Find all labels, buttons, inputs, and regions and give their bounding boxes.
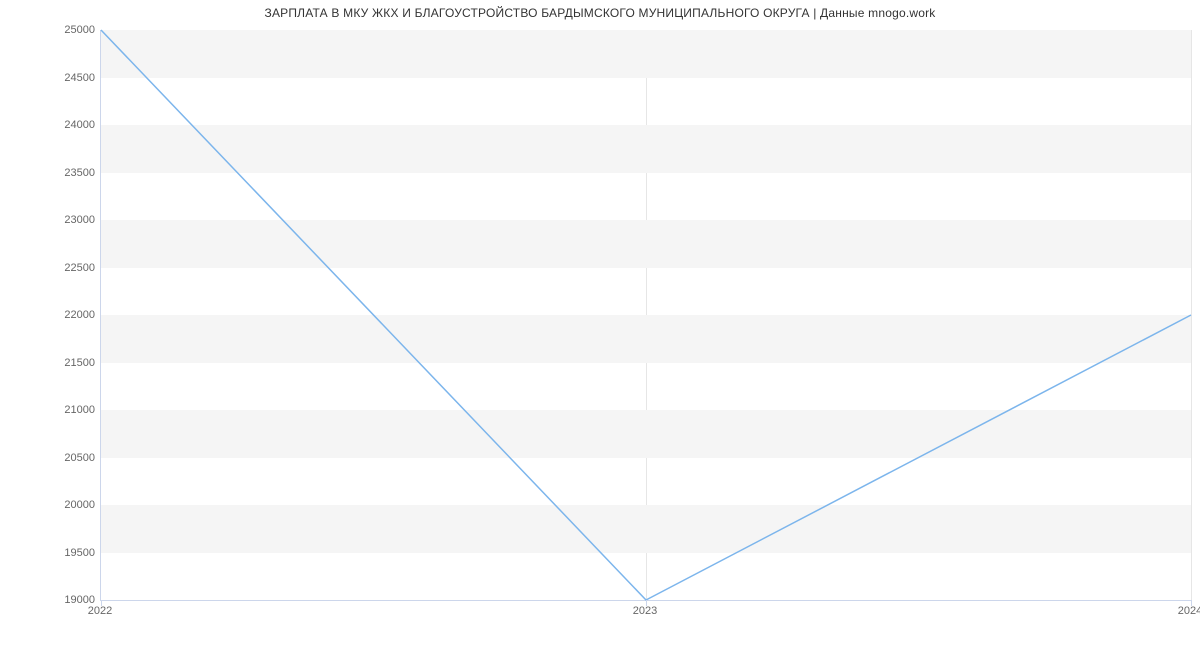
y-tick-label: 22500 (35, 262, 95, 274)
y-tick-label: 20000 (35, 499, 95, 511)
x-gridline (1191, 30, 1192, 600)
y-tick-label: 20500 (35, 452, 95, 464)
y-tick-label: 24000 (35, 119, 95, 131)
y-tick-label: 19000 (35, 594, 95, 606)
plot-area (100, 30, 1191, 601)
y-tick-label: 21500 (35, 357, 95, 369)
y-tick-label: 23000 (35, 214, 95, 226)
x-tick-label: 2023 (633, 605, 657, 617)
x-tick-label: 2024 (1178, 605, 1200, 617)
chart-container: ЗАРПЛАТА В МКУ ЖКХ И БЛАГОУСТРОЙСТВО БАР… (0, 0, 1200, 650)
y-tick-label: 24500 (35, 72, 95, 84)
y-tick-label: 22000 (35, 309, 95, 321)
chart-title: ЗАРПЛАТА В МКУ ЖКХ И БЛАГОУСТРОЙСТВО БАР… (0, 6, 1200, 20)
x-tick-label: 2022 (88, 605, 112, 617)
y-tick-label: 21000 (35, 404, 95, 416)
line-series (101, 30, 1191, 600)
y-tick-label: 19500 (35, 547, 95, 559)
y-tick-label: 23500 (35, 167, 95, 179)
y-tick-label: 25000 (35, 24, 95, 36)
series-line (101, 30, 1191, 600)
